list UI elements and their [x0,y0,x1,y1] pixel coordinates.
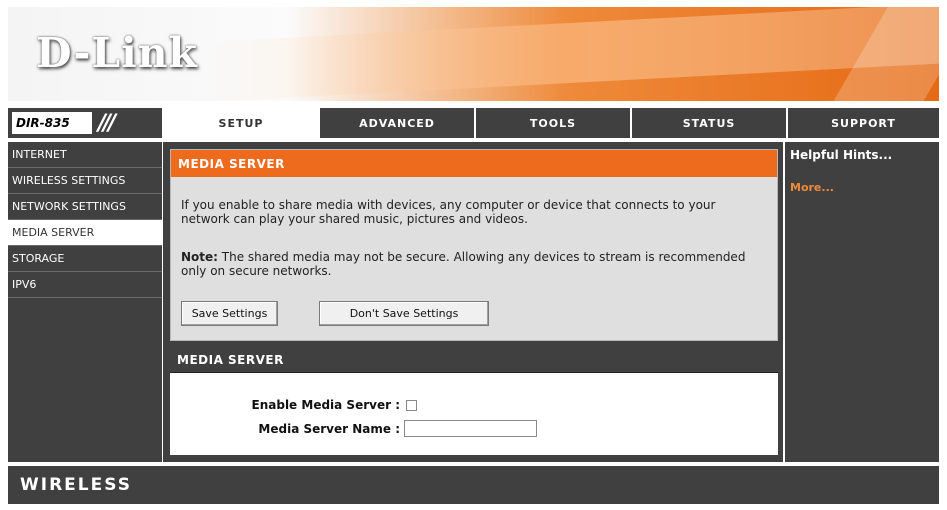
settings-section-title: MEDIA SERVER [170,347,778,373]
sidebar-item-internet[interactable]: INTERNET [8,142,162,168]
save-settings-button[interactable]: Save Settings [181,301,278,326]
note-text: The shared media may not be secure. Allo… [181,250,746,278]
sidebar-item-network-settings[interactable]: NETWORK SETTINGS [8,194,162,220]
tab-advanced[interactable]: ADVANCED [318,108,474,138]
support-panel: Helpful Hints... More... [785,142,939,462]
model-bars: /// [98,110,116,136]
info-description: If you enable to share media with device… [181,198,716,226]
sidebar-item-media-server[interactable]: MEDIA SERVER [8,220,162,246]
media-server-name-row: Media Server Name : [210,420,537,437]
model-badge: DIR-835 /// [8,108,162,138]
settings-section: MEDIA SERVER Enable Media Server : Media… [170,347,778,455]
enable-media-server-label: Enable Media Server : [251,398,400,412]
tab-setup[interactable]: SETUP [162,108,318,138]
info-note: Note: The shared media may not be secure… [181,250,761,278]
enable-media-server-checkbox[interactable] [406,399,417,411]
sidebar-item-ipv6[interactable]: IPV6 [8,272,162,298]
tab-status[interactable]: STATUS [630,108,786,138]
tab-tools[interactable]: TOOLS [474,108,630,138]
footer-wireless-logo: WIRELESS [20,475,132,495]
model-name: DIR-835 [12,112,92,134]
dlink-logo: D-Link [36,29,198,77]
media-server-name-label: Media Server Name : [258,421,400,436]
tab-support[interactable]: SUPPORT [786,108,939,138]
main-content: MEDIA SERVER If you enable to share medi… [163,142,783,462]
enable-media-server-row: Enable Media Server : [210,398,417,412]
more-link[interactable]: More... [790,181,934,194]
top-navbar: DIR-835 /// SETUP ADVANCED TOOLS STATUS … [8,108,939,138]
info-section: MEDIA SERVER If you enable to share medi… [170,149,778,341]
header-banner: D-Link [8,7,939,101]
sidebar: INTERNET WIRELESS SETTINGS NETWORK SETTI… [8,142,162,462]
helpful-hints-title: Helpful Hints... [790,148,893,162]
banner-swoosh [208,7,939,101]
note-label: Note: [181,250,218,264]
dont-save-settings-button[interactable]: Don't Save Settings [319,301,489,326]
footer: WIRELESS [8,466,939,504]
sidebar-item-wireless-settings[interactable]: WIRELESS SETTINGS [8,168,162,194]
sidebar-item-storage[interactable]: STORAGE [8,246,162,272]
media-server-name-input[interactable] [404,420,537,437]
info-section-title: MEDIA SERVER [171,150,777,177]
